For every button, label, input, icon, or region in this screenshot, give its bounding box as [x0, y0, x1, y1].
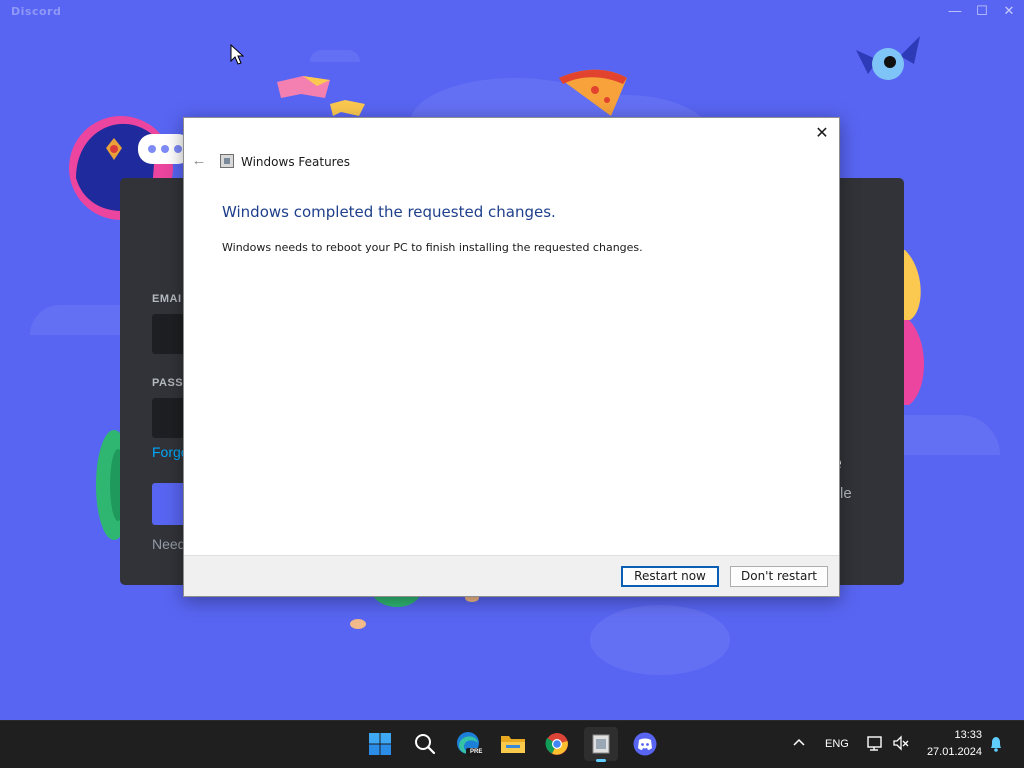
close-button[interactable]: ✕: [994, 2, 1024, 20]
edge-button[interactable]: PRE: [452, 727, 486, 761]
discord-icon: [633, 732, 657, 756]
dont-restart-button[interactable]: Don't restart: [730, 566, 828, 587]
clock-time[interactable]: 13:33: [922, 729, 982, 741]
chrome-icon: [545, 733, 568, 755]
mouse-cursor-icon: [230, 44, 244, 65]
edge-badge: PRE: [470, 749, 483, 755]
discord-brand: Discord: [11, 5, 62, 18]
dialog-message: Windows needs to reboot your PC to finis…: [222, 241, 643, 254]
restart-now-button[interactable]: Restart now: [621, 566, 719, 587]
close-icon[interactable]: ✕: [811, 123, 833, 145]
search-icon: [415, 734, 436, 755]
register-prompt: Need: [152, 536, 186, 552]
notification-bell-icon[interactable]: [988, 735, 1004, 756]
windows-logo-icon: [369, 733, 391, 755]
maximize-button[interactable]: ☐: [967, 2, 997, 20]
input-language-indicator[interactable]: ENG: [825, 738, 849, 750]
folder-icon: [501, 736, 525, 753]
background-cloud: [590, 605, 730, 675]
background-cloud: [310, 50, 360, 62]
windows-features-icon: [592, 734, 610, 754]
volume-muted-icon[interactable]: [892, 734, 910, 755]
minimize-button[interactable]: —: [940, 2, 970, 20]
email-label: EMAI: [152, 293, 182, 305]
dialog-title: Windows Features: [241, 155, 350, 169]
active-app-indicator: [596, 759, 606, 762]
discord-titlebar: Discord — ☐ ✕: [0, 0, 1024, 22]
password-label: PASS: [152, 377, 184, 389]
taskbar: PRE ENG 13:33 27.01.2024: [0, 720, 1024, 768]
back-arrow-icon[interactable]: ←: [190, 152, 208, 170]
windows-features-icon: [220, 154, 234, 168]
network-icon[interactable]: [866, 734, 884, 755]
discord-taskbar-button[interactable]: [628, 727, 662, 761]
chrome-button[interactable]: [540, 727, 574, 761]
pizza-illustration: [559, 69, 627, 116]
dialog-footer: Restart now Don't restart: [184, 555, 839, 596]
clock-date[interactable]: 27.01.2024: [922, 746, 982, 758]
creature-illustration: [856, 36, 920, 80]
file-explorer-button[interactable]: [496, 727, 530, 761]
search-button[interactable]: [408, 727, 442, 761]
dialog-heading: Windows completed the requested changes.: [222, 203, 556, 221]
start-button[interactable]: [363, 727, 397, 761]
windows-features-dialog: ✕ ← Windows Features Windows completed t…: [183, 117, 840, 597]
windows-features-taskbar-button[interactable]: [584, 727, 618, 762]
show-hidden-icons-chevron-icon[interactable]: [792, 735, 806, 752]
book-illustration: [277, 76, 365, 116]
